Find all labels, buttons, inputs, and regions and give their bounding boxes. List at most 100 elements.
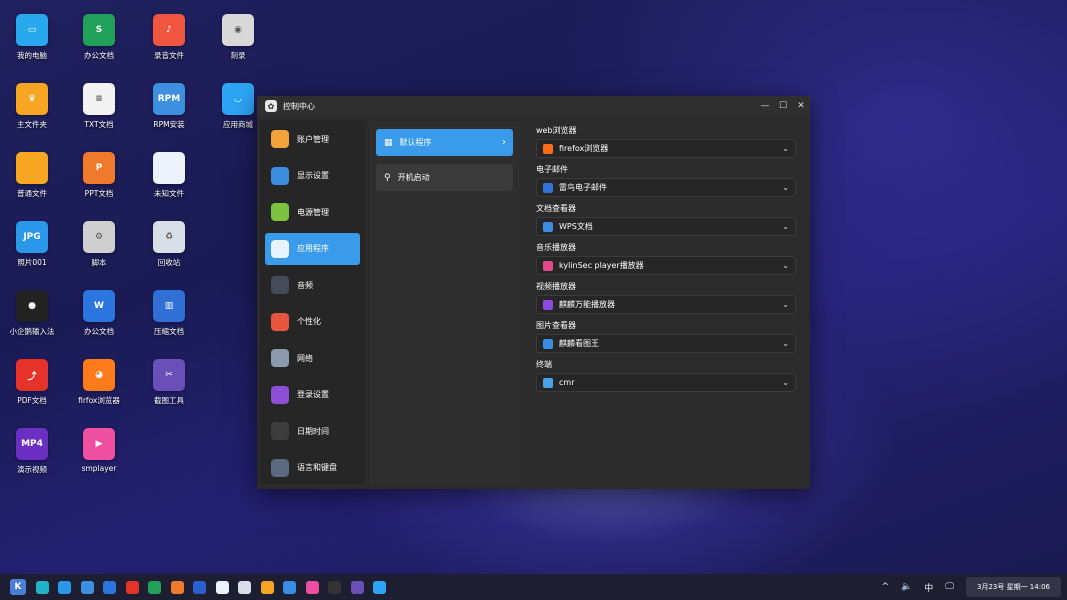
taskbar-app-icon[interactable]: [260, 580, 274, 594]
mp4-video-icon: MP4: [16, 428, 48, 460]
desktop-icon[interactable]: ⚙ 脚本: [67, 221, 131, 268]
desktop-icon[interactable]: 未知文件: [137, 152, 201, 199]
login-icon: [271, 385, 289, 404]
desktop-icon[interactable]: JPG 照片001: [0, 221, 64, 268]
taskbar-app-icon[interactable]: [80, 580, 94, 594]
nav-item[interactable]: 显示设置: [265, 160, 360, 192]
default-app-select[interactable]: firefox浏览器 ⌄: [536, 139, 796, 158]
taskbar-app-icon[interactable]: [215, 580, 229, 594]
tray-expand-icon[interactable]: ^: [882, 582, 890, 592]
desktop-icon[interactable]: 普通文件: [0, 152, 64, 199]
desktop-icon[interactable]: ⤴ PDF文档: [0, 359, 64, 406]
maximize-button[interactable]: ☐: [774, 101, 792, 111]
default-app-select[interactable]: 雷鸟电子邮件 ⌄: [536, 178, 796, 197]
desktop-icon-label: 主文件夹: [17, 120, 47, 129]
subnav-item[interactable]: ⚲ 开机启动: [376, 164, 513, 191]
desktop-icon[interactable]: ♻ 回收站: [137, 221, 201, 268]
taskbar-app-icon[interactable]: [193, 580, 206, 594]
desktop-icon[interactable]: ≡ TXT文档: [67, 83, 131, 130]
subnav-item-label: 开机启动: [397, 173, 430, 182]
ppt-file-icon: P: [83, 152, 115, 184]
chevron-down-icon: ⌄: [782, 339, 789, 348]
nav-item[interactable]: 电源管理: [265, 196, 360, 228]
close-button[interactable]: ✕: [792, 101, 810, 111]
desktop-icon[interactable]: P PPT文档: [67, 152, 131, 199]
desktop-icon[interactable]: ▥ 压缩文档: [137, 290, 201, 337]
unknown-file-icon: [153, 152, 185, 184]
desktop-icon[interactable]: ✂ 截图工具: [137, 359, 201, 406]
input-method-icon[interactable]: 中: [924, 581, 933, 594]
desktop-icon[interactable]: ◕ firfox浏览器: [67, 359, 131, 406]
chevron-down-icon: ⌄: [782, 261, 789, 270]
desktop-icon-label: smplayer: [81, 464, 117, 473]
nav-item[interactable]: 日期时间: [265, 415, 360, 447]
taskbar-app-icon[interactable]: [373, 580, 386, 594]
clock[interactable]: 3月23号 星期一 14:06: [966, 577, 1061, 597]
start-menu-button[interactable]: K: [10, 579, 26, 595]
app-store-icon: ◡: [222, 83, 254, 115]
taskbar-app-icon[interactable]: [350, 580, 364, 594]
settings-icon: ✿: [265, 100, 277, 112]
default-app-value: kylinSec player播放器: [559, 261, 644, 270]
desktop-icon[interactable]: ♛ 主文件夹: [0, 83, 64, 130]
minimize-button[interactable]: —: [756, 101, 774, 111]
default-app-select[interactable]: kylinSec player播放器 ⌄: [536, 256, 796, 275]
desktop-icon[interactable]: ▶ smplayer: [67, 428, 131, 473]
default-app-select[interactable]: WPS文档 ⌄: [536, 217, 796, 236]
default-app-label: 音乐播放器: [536, 243, 576, 252]
system-tray: ^ 🔈 中 🖵 3月23号 星期一 14:06: [882, 574, 1067, 600]
image-viewer-icon: [543, 338, 553, 349]
nav-item[interactable]: 语言和键盘: [265, 452, 360, 484]
desktop-icon[interactable]: ● 小企鹅输入法: [0, 290, 64, 337]
desktop-icon-label: 未知文件: [154, 189, 184, 198]
desktop-icon[interactable]: MP4 演示视频: [0, 428, 64, 475]
thunderbird-icon: [543, 182, 553, 193]
taskbar-app-icon[interactable]: [238, 580, 251, 594]
default-app-select[interactable]: 麒麟看图王 ⌄: [536, 334, 796, 353]
nav-item[interactable]: 账户管理: [265, 123, 360, 155]
desktop-icon[interactable]: W 办公文档: [67, 290, 131, 337]
chevron-down-icon: ⌄: [782, 222, 789, 231]
taskbar-app-icon[interactable]: [283, 580, 296, 594]
desktop-icon-label: 普通文件: [17, 189, 47, 198]
video-player-icon: [543, 299, 553, 310]
taskbar-app-icon[interactable]: [305, 580, 319, 594]
disc-burner-icon: ◉: [222, 14, 254, 46]
network-icon[interactable]: 🖵: [945, 582, 954, 592]
taskbar-app-icon[interactable]: [170, 580, 184, 594]
nav-item-label: 应用程序: [297, 244, 329, 253]
wps-icon: [543, 221, 553, 232]
desktop-icon-label: 回收站: [157, 258, 181, 267]
desktop-icon[interactable]: RPM RPM安装: [137, 83, 201, 130]
default-app-select[interactable]: 麒麟万能播放器 ⌄: [536, 295, 796, 314]
taskbar-apps: [26, 580, 386, 594]
desktop-icon[interactable]: ♪ 录音文件: [137, 14, 201, 61]
default-app-label: 终端: [536, 360, 552, 369]
nav-item[interactable]: 网络: [265, 342, 360, 374]
taskbar-app-icon[interactable]: [148, 580, 161, 594]
taskbar-app-icon[interactable]: [58, 580, 71, 594]
desktop-icon[interactable]: ▭ 我的电脑: [0, 14, 64, 61]
nav-item[interactable]: 应用程序: [265, 232, 360, 265]
volume-icon[interactable]: 🔈: [901, 582, 912, 592]
nav-item[interactable]: 个性化: [265, 306, 360, 338]
desktop-icon[interactable]: S 办公文档: [67, 14, 131, 61]
nav-item[interactable]: 音频: [265, 269, 360, 301]
desktop-icon-label: 压缩文档: [154, 327, 184, 336]
taskbar-app-icon[interactable]: [103, 580, 116, 594]
default-app-value: 麒麟万能播放器: [559, 300, 615, 309]
battery-icon: [271, 203, 289, 221]
subnav-item[interactable]: ▦ 默认程序 ›: [376, 129, 513, 156]
desktop-icon[interactable]: ◉ 刻录: [206, 14, 270, 61]
window-titlebar[interactable]: ✿ 控制中心 — ☐ ✕: [257, 96, 810, 116]
taskbar-app-icon[interactable]: [35, 580, 49, 594]
taskbar-app-icon[interactable]: [125, 580, 139, 594]
desktop-icon-label: TXT文档: [84, 120, 114, 129]
archive-icon: ▥: [153, 290, 185, 322]
desktop-icon-label: 办公文档: [84, 51, 114, 60]
default-app-select[interactable]: cmr ⌄: [536, 373, 796, 392]
nav-item-label: 登录设置: [297, 390, 329, 399]
word-doc-icon: W: [83, 290, 115, 322]
nav-item[interactable]: 登录设置: [265, 379, 360, 411]
taskbar-app-icon[interactable]: [328, 580, 341, 594]
